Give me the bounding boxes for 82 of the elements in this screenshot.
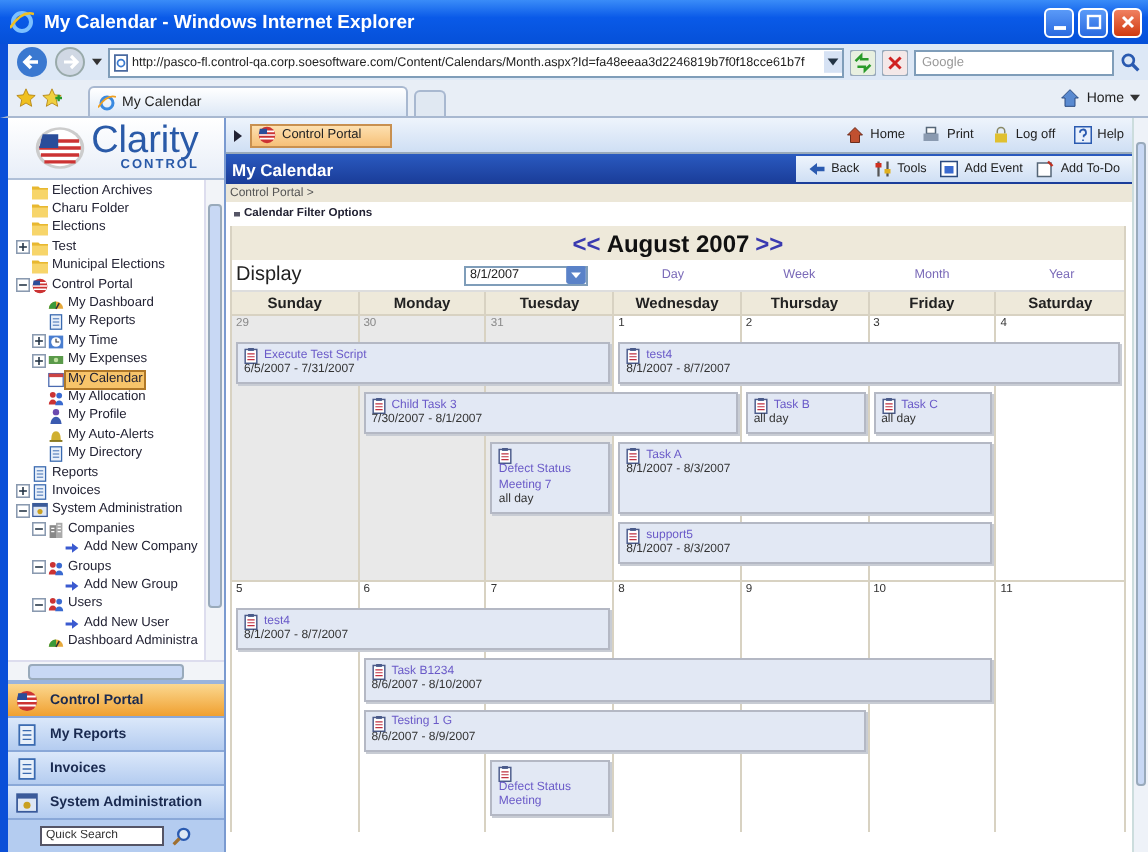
people-icon [48, 559, 64, 575]
arrow-icon [64, 540, 80, 557]
expand-icon[interactable] [234, 129, 242, 141]
window-title: My Calendar - Windows Internet Explorer [44, 11, 415, 33]
home-icon [1060, 88, 1081, 108]
tools-icon [873, 160, 892, 178]
clipboard-icon [371, 398, 386, 415]
person-icon [48, 408, 64, 425]
display-label: Display [234, 264, 304, 286]
clipboard-icon [371, 664, 386, 681]
calendar-icon [940, 160, 959, 178]
bell-icon [48, 427, 64, 444]
scrollbar[interactable] [204, 180, 224, 660]
calendar-icon [48, 371, 64, 388]
expand-icon[interactable] [16, 484, 30, 499]
previous-month-link[interactable]: << [572, 229, 601, 257]
close-button[interactable] [1112, 7, 1142, 37]
flag-globe-icon [15, 689, 37, 711]
search-icon[interactable] [172, 826, 192, 846]
page-title: My Calendar [232, 159, 334, 179]
dropdown-icon[interactable] [92, 58, 102, 66]
clipboard-icon [753, 398, 768, 415]
scrollbar[interactable] [8, 660, 224, 680]
collapse-icon[interactable] [32, 597, 46, 612]
document-icon [15, 757, 37, 779]
search-icon[interactable] [1120, 52, 1140, 72]
clipboard-icon [498, 765, 513, 782]
minimize-button[interactable] [1044, 7, 1074, 37]
building-icon [48, 521, 64, 538]
arrow-icon [64, 577, 80, 594]
expand-icon[interactable] [16, 240, 30, 255]
clipboard-icon [626, 528, 641, 545]
help-icon [1073, 126, 1092, 144]
collapse-icon[interactable] [16, 503, 30, 518]
clipboard-icon [626, 448, 641, 465]
window-icon [15, 791, 37, 813]
expand-icon[interactable] [234, 211, 240, 217]
stop-icon[interactable] [882, 49, 908, 75]
close-icon [1117, 12, 1137, 32]
page-icon [114, 53, 128, 71]
printer-icon [922, 126, 941, 144]
padlock-icon [991, 126, 1010, 144]
home-icon [846, 126, 865, 144]
document-icon [48, 314, 64, 331]
clipboard-icon [881, 398, 896, 415]
clipboard-icon [244, 348, 258, 364]
document-icon [15, 723, 37, 745]
clock-icon [48, 333, 64, 350]
flag-globe-icon [258, 126, 276, 144]
gauge-icon [48, 634, 64, 651]
collapse-icon[interactable] [32, 560, 46, 574]
note-icon [1036, 160, 1055, 178]
back-arrow-icon [807, 160, 826, 178]
clipboard-icon [371, 715, 386, 732]
minimize-icon [1053, 25, 1065, 29]
people-icon [48, 389, 64, 406]
browser-icon [10, 10, 34, 34]
collapse-icon[interactable] [32, 522, 46, 537]
dropdown-icon[interactable] [824, 50, 842, 74]
back-button[interactable] [16, 46, 48, 78]
window-icon [32, 502, 48, 519]
caret-icon [1130, 94, 1140, 102]
people-icon [48, 596, 64, 613]
arrow-icon [64, 615, 80, 632]
clipboard-icon [498, 448, 513, 465]
gauge-icon [48, 296, 64, 313]
scrollbar[interactable] [1132, 118, 1148, 852]
clipboard-icon [244, 614, 258, 631]
flag-globe-icon [32, 277, 48, 294]
refresh-icon[interactable] [850, 49, 876, 75]
star-icon[interactable] [16, 88, 36, 108]
maximize-button[interactable] [1078, 7, 1108, 37]
clipboard-icon [626, 348, 641, 364]
maximize-icon [1083, 12, 1103, 32]
expand-icon[interactable] [32, 334, 46, 349]
expand-icon[interactable] [32, 353, 46, 368]
collapse-icon[interactable] [16, 278, 30, 293]
banknote-icon [48, 352, 64, 369]
add-favorite-icon[interactable] [42, 88, 62, 108]
browser-icon [98, 93, 116, 111]
next-month-link[interactable]: >> [755, 229, 784, 257]
month-title: August 2007 [606, 229, 750, 257]
